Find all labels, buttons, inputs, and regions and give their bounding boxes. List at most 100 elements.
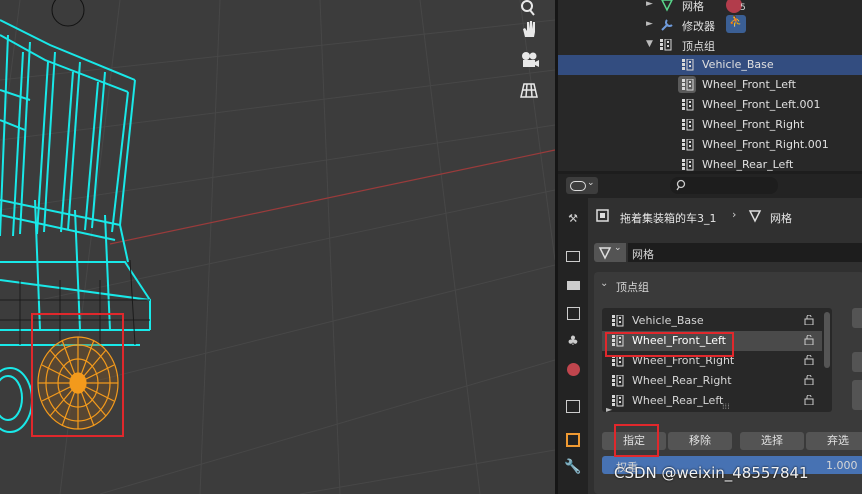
list-item-wheel-rear-right[interactable]: Wheel_Rear_Right [602, 371, 822, 391]
outliner-item-label: 网格 [682, 0, 704, 13]
outliner-vertex-group-vehicle-base[interactable]: Vehicle_Base [558, 55, 862, 75]
group-menu-button[interactable] [852, 352, 862, 372]
list-item-vehicle-base[interactable]: Vehicle_Base [602, 311, 822, 331]
printer-icon [566, 280, 580, 290]
vertex-group-icon [682, 59, 694, 71]
object-icon [566, 433, 580, 447]
scene-icon: ♣ [567, 333, 579, 349]
toggle-icon [570, 181, 586, 191]
vertex-group-icon [682, 139, 694, 151]
vertex-group-icon [682, 99, 694, 111]
lock-icon[interactable] [804, 315, 814, 325]
mesh-name-field[interactable]: 网格 [628, 243, 862, 262]
world-icon [566, 362, 580, 376]
chevron-down-icon: ⌄ [587, 178, 595, 188]
camera-icon [522, 52, 539, 67]
lock-icon[interactable] [804, 335, 814, 345]
tab-modifiers[interactable]: 🔧 [563, 457, 583, 477]
add-group-button[interactable] [852, 308, 862, 328]
vertex-group-icon [682, 79, 694, 91]
outliner-item-label: Wheel_Front_Left.001 [702, 98, 821, 111]
mesh-name-text: 网格 [632, 248, 654, 261]
list-filter-toggle-icon[interactable]: ► [606, 405, 612, 414]
outliner-vertex-group-wheel-front-left-001[interactable]: Wheel_Front_Left.001 [558, 95, 862, 115]
outliner-item-label: Wheel_Front_Right.001 [702, 138, 829, 151]
deselect-button[interactable]: 弃选 [806, 432, 862, 450]
outliner-item-label: Vehicle_Base [702, 58, 774, 71]
outliner-item-mesh[interactable]: ► 网格 5 [558, 0, 862, 15]
pan-button[interactable] [520, 20, 546, 46]
tab-scene[interactable]: ♣ [563, 331, 583, 351]
tab-output[interactable] [563, 275, 583, 295]
vertex-group-icon [682, 159, 694, 171]
modifier-icon [661, 19, 673, 31]
render-icon [566, 250, 580, 262]
mesh-icon [748, 210, 762, 223]
vertex-group-icon [612, 315, 624, 327]
object-icon [596, 209, 609, 222]
chevron-down-icon: ⌄ [614, 243, 622, 253]
vertex-groups-panel: ⌄ 顶点组 Vehicle_Base Wheel_Front_Left Whee… [594, 272, 862, 494]
chevron-down-icon[interactable]: ⌄ [600, 278, 608, 289]
move-group-button[interactable] [852, 380, 862, 410]
outliner-item-label: 修改器 [682, 20, 715, 33]
mesh-datablock-selector[interactable]: ⌄ 网格 [594, 243, 862, 263]
properties-tabs: ⚒ ♣ 🔧 [558, 198, 588, 494]
armature-modifier-icon: ⛹ [726, 15, 746, 33]
tab-object[interactable] [563, 430, 583, 450]
list-item-label: Vehicle_Base [632, 314, 704, 327]
select-button[interactable]: 选择 [740, 432, 804, 450]
assign-button-highlight-box [614, 424, 659, 457]
list-resize-handle[interactable]: ⁞⁞⁞ [722, 402, 730, 411]
mesh-icon [598, 247, 612, 260]
list-scrollbar[interactable] [824, 312, 830, 368]
ortho-toggle-button[interactable] [520, 81, 546, 107]
mesh-browse-button[interactable]: ⌄ [594, 243, 626, 262]
outliner-item-modifiers[interactable]: ► 修改器 ⛹ [558, 15, 862, 35]
outliner-item-label: Wheel_Rear_Left [702, 158, 794, 171]
search-input[interactable] [670, 177, 778, 194]
outliner-item-vertex-groups[interactable]: ▼ 顶点组 [558, 35, 862, 55]
wheel-highlight-box [31, 313, 124, 437]
3d-viewport[interactable] [0, 0, 555, 494]
remove-button[interactable]: 移除 [668, 432, 732, 450]
grid-icon [520, 83, 538, 98]
properties-editor[interactable]: ⌄ ⚒ ♣ 🔧 拖着集装箱的车3_1 › 网格 ⌄ 网格 ⌄ 顶点组 Vehic… [558, 174, 862, 494]
list-item-label: Wheel_Rear_Left [632, 394, 724, 407]
outliner-item-label: 顶点组 [682, 40, 715, 53]
lock-icon[interactable] [804, 395, 814, 405]
outliner-vertex-group-wheel-front-right[interactable]: Wheel_Front_Right [558, 115, 862, 135]
tab-render[interactable] [563, 246, 583, 266]
camera-view-button[interactable] [520, 51, 546, 77]
wrench-icon: 🔧 [564, 459, 582, 475]
vertex-group-list[interactable]: Vehicle_Base Wheel_Front_Left Wheel_Fron… [602, 308, 832, 414]
editor-type-dropdown[interactable]: ⌄ [566, 177, 598, 194]
vertex-groups-title: 顶点组 [616, 281, 649, 294]
collapse-arrow-icon[interactable]: ▼ [646, 39, 653, 49]
tab-world[interactable] [563, 359, 583, 379]
outliner-vertex-group-wheel-front-right-001[interactable]: Wheel_Front_Right.001 [558, 135, 862, 155]
outliner-vertex-group-wheel-front-left[interactable]: Wheel_Front_Left [558, 75, 862, 95]
hand-pan-icon [523, 21, 535, 37]
vertex-group-icon [682, 119, 694, 131]
tab-view-layer[interactable] [563, 303, 583, 323]
list-item-wheel-rear-left[interactable]: Wheel_Rear_Left [602, 391, 822, 411]
tool-icon: ⚒ [568, 211, 578, 225]
breadcrumb-object: 拖着集装箱的车3_1 [620, 212, 717, 225]
lock-icon[interactable] [804, 375, 814, 385]
tab-tool[interactable]: ⚒ [563, 208, 583, 228]
outliner-vertex-group-wheel-rear-left[interactable]: Wheel_Rear_Left [558, 155, 862, 171]
list-item-label: Wheel_Rear_Right [632, 374, 732, 387]
breadcrumb-separator: › [732, 208, 737, 221]
tab-collection[interactable] [563, 396, 583, 416]
outliner[interactable]: ► 网格 5 ► 修改器 ⛹ ▼ 顶点组 Vehicle_Base Wheel_… [558, 0, 862, 171]
expand-arrow-icon[interactable]: ► [646, 19, 653, 29]
weight-value: 1.000 [826, 459, 858, 472]
collection-icon [566, 399, 580, 413]
search-icon [676, 179, 686, 191]
properties-header: ⌄ [558, 174, 862, 198]
expand-arrow-icon[interactable]: ► [646, 0, 653, 9]
vertex-group-icon [660, 39, 672, 51]
lock-icon[interactable] [804, 355, 814, 365]
outliner-item-label: Wheel_Front_Left [702, 78, 796, 91]
